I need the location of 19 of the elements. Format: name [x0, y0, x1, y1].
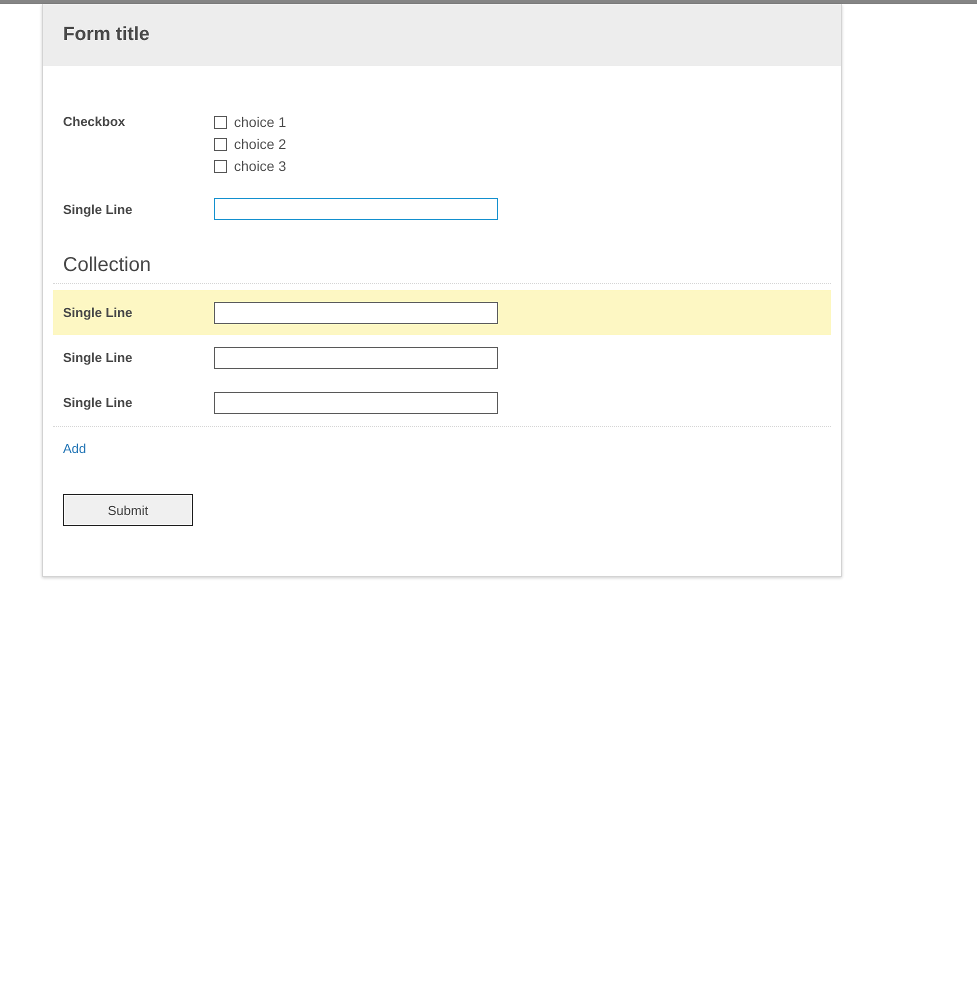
checkbox[interactable] — [214, 138, 227, 150]
section-heading: Collection — [62, 254, 152, 278]
field-label: Single Line — [63, 305, 134, 320]
submit-button[interactable]: Submit — [63, 494, 193, 526]
add-link[interactable]: Add — [63, 441, 86, 456]
form-title: Form title — [63, 24, 150, 46]
input-field[interactable] — [214, 302, 498, 324]
choice-label: choice 2 — [234, 136, 286, 152]
field-label: Single Line — [63, 350, 134, 365]
choice-label: choice 3 — [234, 158, 286, 174]
input-field[interactable] — [214, 198, 498, 220]
input-field[interactable] — [214, 346, 498, 368]
checkbox[interactable] — [214, 116, 227, 128]
choice-label: choice 1 — [234, 114, 286, 130]
input-field[interactable] — [214, 392, 498, 414]
field-label: Single Line — [63, 395, 134, 410]
field-label: Checkbox — [63, 114, 126, 129]
checkbox[interactable] — [214, 160, 227, 172]
field-label: Single Line — [63, 202, 134, 216]
